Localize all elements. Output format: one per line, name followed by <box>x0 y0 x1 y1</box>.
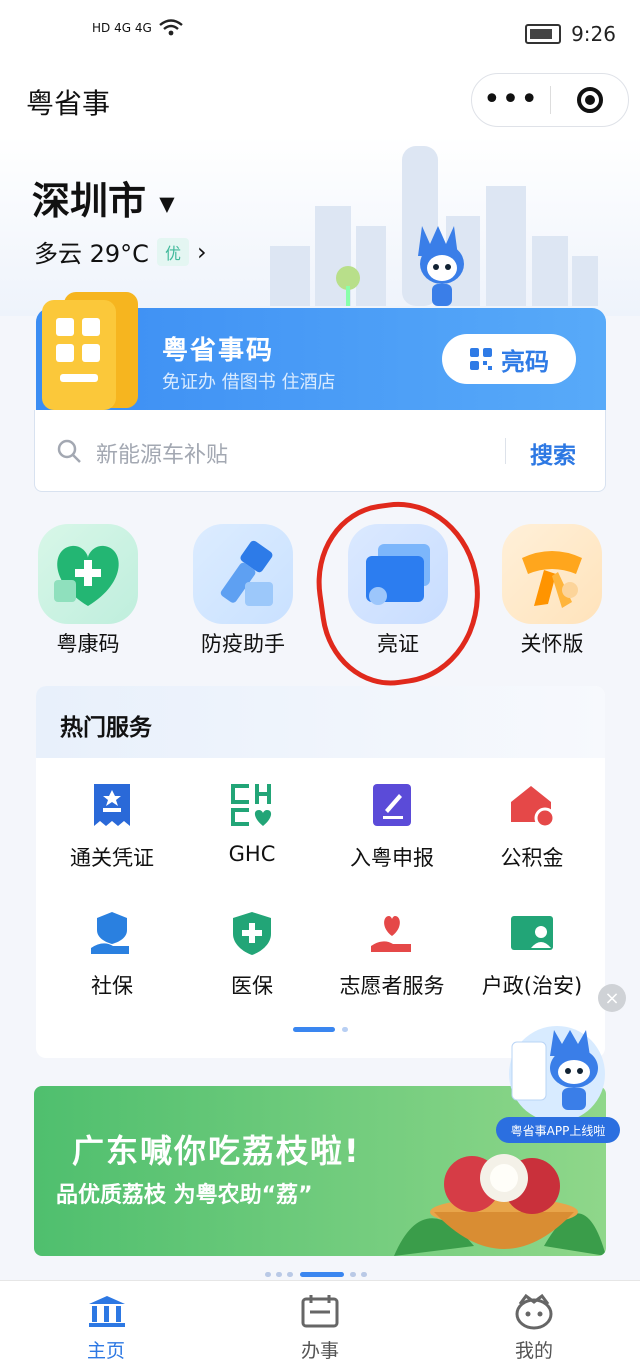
service-medical-insurance[interactable]: 医保 <box>182 910 322 1000</box>
care-mode-button[interactable] <box>502 524 602 624</box>
banner-dot <box>350 1272 356 1277</box>
show-code-label: 亮码 <box>501 347 549 376</box>
banner-dot <box>265 1272 271 1277</box>
show-code-button[interactable]: 亮码 <box>442 334 576 384</box>
weather-row[interactable]: 多云 29°C 优 › <box>34 234 207 269</box>
service-label: 入粤申报 <box>350 846 434 870</box>
banner-dot-active <box>300 1272 344 1277</box>
banner-dot <box>287 1272 293 1277</box>
epidemic-helper-button[interactable] <box>193 524 293 624</box>
tab-mine[interactable]: 我的 <box>494 1290 574 1362</box>
service-label: 志愿者服务 <box>339 974 445 998</box>
app-launch-badge[interactable]: 粤省事APP上线啦 <box>496 1117 620 1143</box>
weather-text: 多云 29°C <box>34 240 149 268</box>
service-label: 户政(治安) <box>481 974 583 998</box>
close-miniprogram-button[interactable] <box>551 87 628 113</box>
close-float-button[interactable]: × <box>598 984 626 1012</box>
app-mascot-float[interactable] <box>494 1016 620 1120</box>
edit-form-icon <box>373 784 411 826</box>
caret-down-icon: ▼ <box>159 191 175 216</box>
tab-label: 主页 <box>86 1340 125 1362</box>
signal-indicators: HD 4G 4G <box>92 18 184 38</box>
home-columns-icon <box>89 1296 125 1327</box>
city-skyline-illustration <box>270 146 598 306</box>
battery-icon <box>525 24 562 44</box>
qr-card-icon <box>42 292 138 410</box>
tab-label: 办事 <box>300 1340 339 1362</box>
search-input[interactable]: 新能源车补贴 <box>96 437 228 469</box>
service-entry-declaration[interactable]: 入粤申报 <box>322 782 462 872</box>
service-housing-fund[interactable]: 公积金 <box>462 782 602 872</box>
hot-services-title: 热门服务 <box>60 715 152 741</box>
lychee-basket-illustration <box>394 1154 606 1256</box>
mascot-face-icon <box>515 1293 553 1330</box>
shield-hand-icon <box>91 912 129 954</box>
city-selector[interactable]: 深圳市 ▼ <box>32 170 175 225</box>
miniprogram-capsule: ••• <box>471 73 629 127</box>
status-right: 9:26 <box>525 22 616 46</box>
quick-label-1: 粤康码 <box>56 632 120 656</box>
code-subtitle: 免证办 借图书 住酒店 <box>162 372 336 393</box>
service-label: 医保 <box>231 974 273 998</box>
medical-shield-icon <box>233 912 271 955</box>
more-menu-button[interactable]: ••• <box>472 85 550 115</box>
house-icon <box>511 786 555 828</box>
search-button[interactable]: 搜索 <box>530 436 576 470</box>
service-household-registration[interactable]: 户政(治安) <box>462 910 602 1000</box>
ghc-icon <box>231 784 272 826</box>
service-label: 公积金 <box>500 846 564 870</box>
wifi-icon <box>159 19 183 36</box>
calendar-icon <box>301 1295 339 1328</box>
city-name: 深圳市 <box>32 179 147 223</box>
banner-title: 广东喊你吃荔枝啦! <box>72 1132 361 1170</box>
banner-subtitle: 品优质荔枝 为粤农助“荔” <box>56 1183 313 1208</box>
clock: 9:26 <box>571 22 616 46</box>
pager-dot-active <box>293 1027 335 1032</box>
code-title: 粤省事码 <box>162 336 275 366</box>
tab-home[interactable]: 主页 <box>66 1290 146 1362</box>
service-label: 通关凭证 <box>70 846 154 870</box>
target-icon <box>576 87 603 113</box>
qr-icon <box>470 348 492 370</box>
search-divider <box>505 438 506 464</box>
flashlight-icon <box>220 540 273 606</box>
green-heart-icon <box>54 545 119 606</box>
signal-text: HD 4G 4G <box>92 21 152 35</box>
banner-dot <box>276 1272 282 1277</box>
service-label: 社保 <box>91 974 133 998</box>
air-quality-badge: 优 <box>156 237 189 266</box>
quick-label-2: 防疫助手 <box>201 632 285 656</box>
service-social-security[interactable]: 社保 <box>42 910 182 1000</box>
tab-services[interactable]: 办事 <box>280 1290 360 1362</box>
hero-section <box>0 136 640 316</box>
tab-label: 我的 <box>514 1340 553 1362</box>
search-icon <box>57 439 81 463</box>
banner-dot <box>361 1272 367 1277</box>
quick-label-4: 关怀版 <box>520 632 584 656</box>
ticket-icon <box>94 784 130 826</box>
scarf-icon <box>522 551 582 608</box>
pager-dot <box>342 1027 348 1032</box>
app-title: 粤省事 <box>26 87 111 120</box>
service-label: GHC <box>228 842 276 866</box>
service-volunteer[interactable]: 志愿者服务 <box>322 910 462 1000</box>
annotation-circle <box>306 491 492 695</box>
chevron-right-icon: › <box>196 237 207 266</box>
heart-hand-icon <box>371 916 411 952</box>
health-code-button[interactable] <box>38 524 138 624</box>
service-customs-pass[interactable]: 通关凭证 <box>42 782 182 872</box>
service-ghc[interactable]: GHC <box>182 782 322 872</box>
id-card-icon <box>511 916 553 950</box>
